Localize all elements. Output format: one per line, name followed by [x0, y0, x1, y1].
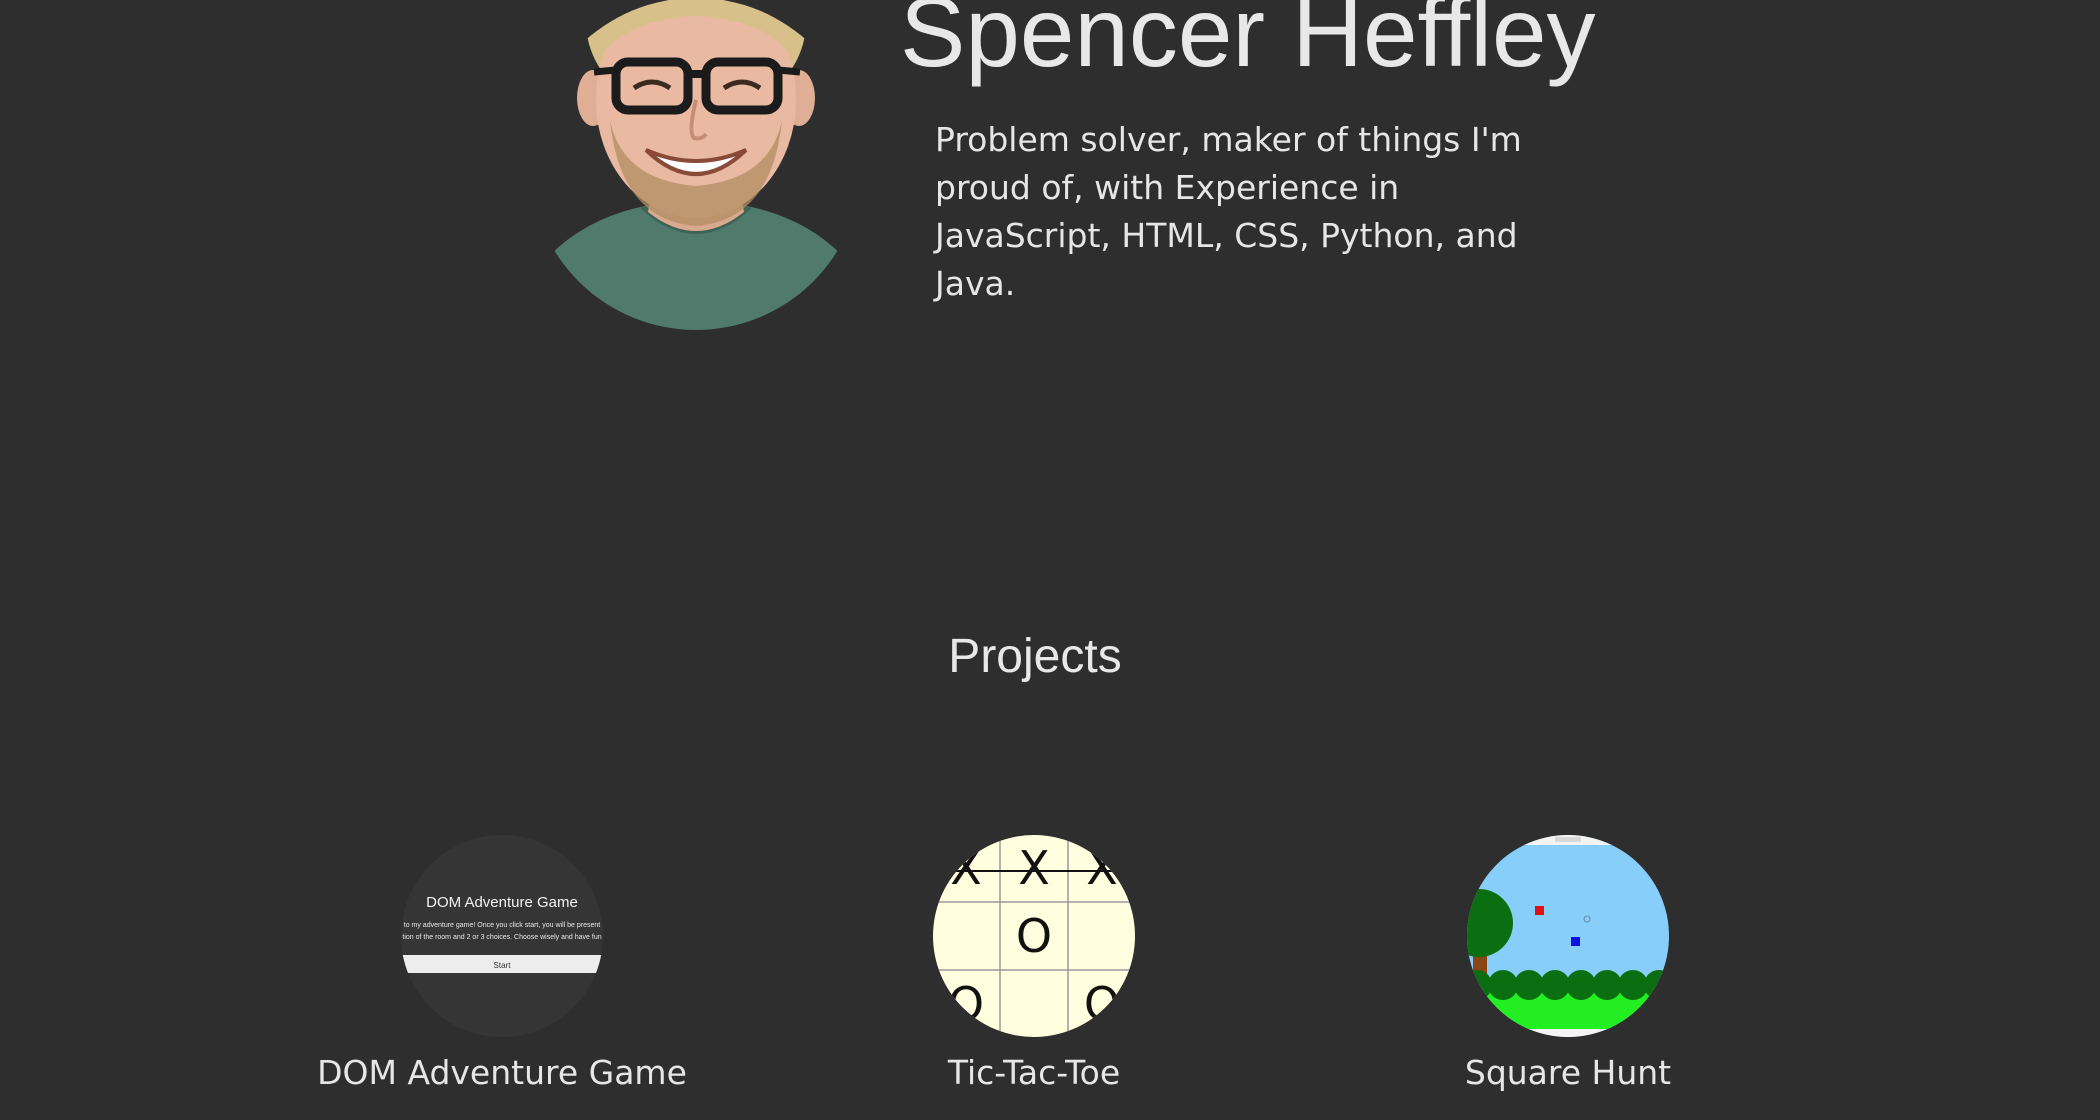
project-card-dom-adventure-game[interactable]: DOM Adventure Game to my adventure game!… — [292, 835, 712, 1095]
project-card-square-hunt[interactable]: Square Hunt — [1358, 835, 1778, 1095]
thumb-start-label: Start — [494, 961, 512, 970]
page-title: Spencer Heffley — [900, 0, 1596, 87]
project-card-tic-tac-toe[interactable]: XXXOOO Tic-Tac-Toe — [824, 835, 1244, 1095]
tagline: Problem solver, maker of things I'm prou… — [935, 120, 1522, 303]
tic-tac-toe-mark: X — [1086, 841, 1118, 895]
tic-tac-toe-mark: O — [1016, 909, 1052, 963]
dom-adventure-game-thumbnail[interactable]: DOM Adventure Game to my adventure game!… — [401, 835, 603, 1037]
thumb-game-title: DOM Adventure Game — [426, 894, 578, 911]
tic-tac-toe-thumbnail[interactable]: XXXOOO — [933, 835, 1135, 1037]
project-label[interactable]: DOM Adventure Game — [292, 1051, 712, 1095]
project-label[interactable]: Tic-Tac-Toe — [824, 1051, 1244, 1095]
tic-tac-toe-mark: O — [1084, 977, 1120, 1031]
profile-photo — [530, 0, 862, 330]
tic-tac-toe-mark: X — [950, 841, 982, 895]
thumb-intro-line-2: tion of the room and 2 or 3 choices. Cho… — [402, 934, 601, 941]
project-label[interactable]: Square Hunt — [1358, 1051, 1778, 1095]
projects-heading: Projects — [948, 630, 1122, 683]
square-hunt-thumbnail[interactable] — [1467, 835, 1669, 1037]
thumb-intro-line-1: to my adventure game! Once you click sta… — [404, 922, 601, 929]
blue-square — [1571, 937, 1580, 946]
tic-tac-toe-mark: X — [1018, 841, 1050, 895]
tic-tac-toe-mark: O — [948, 977, 984, 1031]
red-square — [1535, 906, 1544, 915]
page: Spencer Heffley Problem solver, maker of… — [0, 0, 2100, 1120]
